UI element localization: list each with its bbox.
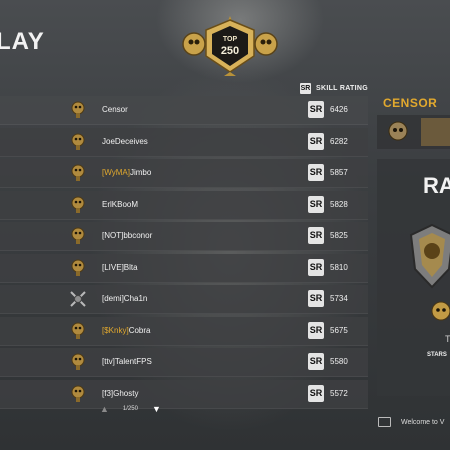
skull-trophy-icon (71, 322, 85, 339)
leaderboard-row[interactable]: [ttv]TalentFPS SR 5580 (0, 348, 368, 377)
skull-emblem-icon (388, 121, 408, 141)
sr-badge: SR (308, 384, 324, 402)
sr-badge: SR (308, 132, 324, 150)
rank-letter: T (445, 334, 450, 344)
leaderboard-row[interactable]: JoeDeceives SR 6282 (0, 127, 368, 157)
player-name: ErlKBooM (102, 199, 139, 209)
player-name: [demi]Cha1n (102, 294, 148, 303)
sr-badge: SR (308, 195, 324, 213)
leaderboard-row[interactable]: [NOT]bbconor SR 5825 (0, 222, 368, 251)
calling-card-strip (377, 115, 450, 149)
pagination: ▲ 1/250 ▼ (100, 404, 161, 414)
sr-badge: SR (308, 321, 324, 339)
leaderboard-row[interactable]: [$Knky]Cobra SR 5675 (0, 316, 368, 346)
skill-rating-value: 5828 (330, 199, 348, 209)
skull-trophy-icon (71, 227, 85, 244)
player-name: [$Knky]Cobra (102, 325, 151, 335)
leaderboard-row[interactable]: [f3]Ghosty SR 5572 (0, 379, 368, 409)
skill-rating-value: 5810 (330, 262, 348, 272)
sr-badge: SR (308, 164, 324, 181)
welcome-message: Welcome to V (401, 418, 445, 426)
skull-trophy-icon (71, 133, 85, 150)
skill-rating-value: 5825 (330, 231, 348, 240)
skull-trophy-icon (71, 196, 85, 213)
skill-rating-label: SKILL RATING (316, 85, 368, 92)
leaderboard-row[interactable]: Censor SR 6426 (0, 96, 368, 125)
sr-badge: SR (308, 353, 324, 370)
rank-heading: RA (423, 173, 450, 198)
skill-rating-value: 6282 (330, 136, 348, 146)
player-name: [f3]Ghosty (102, 388, 139, 398)
rank-shield-icon (409, 223, 450, 289)
leaderboard-row[interactable]: [LIVE]Blta SR 5810 (0, 253, 368, 283)
skill-rating-value: 5734 (330, 294, 348, 303)
sr-badge: SR (308, 101, 324, 118)
skill-rating-header: SR SKILL RATING (300, 83, 368, 94)
sr-icon: SR (300, 83, 311, 94)
sr-badge: SR (308, 227, 324, 244)
player-name: [ttv]TalentFPS (102, 357, 152, 366)
crossed-swords-icon (70, 291, 86, 307)
top-250-emblem: TOP 250 (182, 16, 278, 76)
leaderboard-row[interactable]: [demi]Cha1n SR 5734 (0, 285, 368, 314)
player-name: [WyMA]Jimbo (102, 168, 152, 177)
stars-label: STARS (427, 352, 447, 358)
sr-badge: SR (308, 290, 324, 307)
skull-trophy-icon (71, 164, 85, 181)
page-number: 1/250 (122, 406, 138, 412)
skill-rating-value: 6426 (330, 105, 348, 114)
emblem-top-label: TOP (223, 36, 238, 43)
selected-player-name: CENSOR (383, 96, 438, 110)
player-name: Censor (102, 105, 128, 114)
page-up-icon[interactable]: ▲ (100, 404, 109, 414)
skill-rating-value: 5572 (330, 388, 348, 398)
leaderboard-row[interactable]: [WyMA]Jimbo SR 5857 (0, 159, 368, 188)
skull-trophy-icon (71, 385, 85, 402)
skull-trophy-icon (71, 101, 85, 118)
sr-badge: SR (308, 258, 324, 276)
skull-medal-icon (431, 301, 450, 321)
keyboard-icon[interactable] (378, 417, 391, 427)
leaderboard-row[interactable]: ErlKBooM SR 5828 (0, 190, 368, 220)
player-name: JoeDeceives (102, 136, 148, 146)
emblem-top-number: 250 (221, 45, 239, 57)
player-name: [LIVE]Blta (102, 262, 138, 272)
skull-trophy-icon (71, 353, 85, 370)
skill-rating-value: 5675 (330, 325, 348, 335)
page-title: LAY (0, 28, 45, 55)
page-down-icon[interactable]: ▼ (152, 404, 161, 414)
calling-card-image (421, 118, 450, 146)
player-name: [NOT]bbconor (102, 231, 153, 240)
skill-rating-value: 5580 (330, 357, 348, 366)
skull-trophy-icon (71, 259, 85, 276)
leaderboard-table: Censor SR 6426 JoeDeceives SR 6282 [WyMA… (0, 96, 368, 411)
footer-bar: Welcome to V (378, 417, 444, 427)
rank-panel: RA T STARS (377, 159, 450, 396)
skill-rating-value: 5857 (330, 168, 348, 177)
